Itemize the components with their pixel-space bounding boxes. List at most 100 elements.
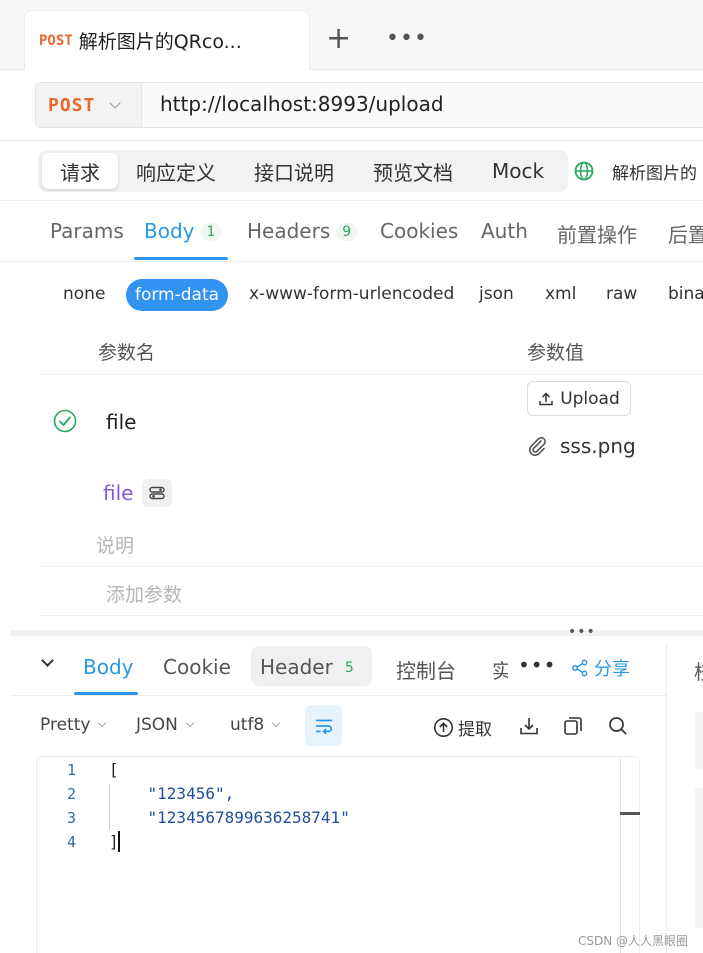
tab-auth[interactable]: Auth bbox=[481, 219, 528, 243]
copy-icon[interactable] bbox=[562, 715, 584, 737]
uploaded-file-name[interactable]: sss.png bbox=[560, 434, 636, 458]
watermark: CSDN @人人黑眼圈 bbox=[578, 934, 689, 948]
param-type[interactable]: file bbox=[103, 481, 133, 505]
extract-label: 提取 bbox=[458, 720, 492, 740]
active-tab-indicator bbox=[134, 257, 228, 260]
response-tab-header-label: Header bbox=[260, 655, 333, 679]
tab-headers[interactable]: Headers 9 bbox=[247, 219, 358, 243]
lang-select[interactable]: JSON bbox=[136, 715, 195, 735]
response-tab-cookie[interactable]: Cookie bbox=[163, 655, 231, 679]
line-number: 3 bbox=[66, 809, 76, 827]
right-panel-card bbox=[695, 712, 703, 770]
body-type-none[interactable]: none bbox=[63, 284, 105, 304]
share-icon bbox=[572, 659, 588, 677]
divider bbox=[0, 261, 703, 262]
chevron-down-icon bbox=[109, 96, 122, 109]
tab-params[interactable]: Params bbox=[50, 219, 124, 243]
header-count-badge: 5 bbox=[344, 660, 354, 676]
upload-icon bbox=[539, 392, 553, 405]
format-select[interactable]: Pretty bbox=[40, 715, 107, 735]
segment-preview-doc[interactable]: 预览文档 bbox=[373, 150, 453, 192]
divider bbox=[0, 140, 703, 141]
divider bbox=[40, 615, 703, 616]
tab-pre-ops[interactable]: 前置操作 bbox=[557, 219, 637, 248]
tab-title: 解析图片的QRco... bbox=[78, 31, 242, 53]
panel-splitter[interactable] bbox=[10, 630, 703, 636]
code-line: "1234567899636258741" bbox=[109, 808, 350, 827]
download-icon[interactable] bbox=[518, 715, 540, 737]
chevron-down-icon bbox=[272, 718, 281, 728]
collapse-chevron-icon[interactable] bbox=[41, 654, 54, 667]
tab-method-badge: POST bbox=[39, 32, 73, 49]
line-number: 4 bbox=[66, 833, 76, 851]
divider bbox=[10, 695, 666, 696]
column-header-name: 参数名 bbox=[98, 342, 156, 364]
share-button[interactable]: 分享 bbox=[571, 655, 630, 681]
scrollbar-marker bbox=[620, 812, 640, 815]
column-header-value: 参数值 bbox=[527, 342, 585, 364]
segment-response-def[interactable]: 响应定义 bbox=[136, 150, 216, 192]
search-icon[interactable] bbox=[607, 715, 629, 737]
response-tab-body[interactable]: Body bbox=[83, 655, 134, 679]
right-panel-tab[interactable]: 校 bbox=[694, 656, 703, 685]
chevron-down-icon bbox=[185, 718, 195, 728]
divider bbox=[40, 566, 703, 567]
encoding-label: utf8 bbox=[230, 715, 265, 735]
body-type-form-data[interactable]: form-data bbox=[126, 279, 228, 311]
format-label: Pretty bbox=[40, 715, 91, 735]
drag-handle-icon[interactable]: ••• bbox=[568, 624, 596, 640]
tab-post-ops[interactable]: 后置 bbox=[668, 219, 703, 248]
body-type-xml[interactable]: xml bbox=[545, 284, 576, 304]
param-name[interactable]: file bbox=[106, 410, 136, 434]
param-description-input[interactable]: 说明 bbox=[96, 531, 134, 558]
extract-icon bbox=[434, 718, 453, 737]
segment-request[interactable]: 请求 bbox=[42, 153, 118, 189]
code-line: "123456", bbox=[109, 784, 235, 803]
api-name[interactable]: 解析图片的 bbox=[612, 159, 697, 184]
chevron-down-icon bbox=[98, 718, 107, 728]
tab-body[interactable]: Body 1 bbox=[144, 219, 222, 243]
response-tab-header[interactable]: Header 5 bbox=[260, 655, 360, 679]
more-tabs-icon[interactable]: ••• bbox=[386, 24, 428, 54]
more-icon[interactable]: ••• bbox=[518, 653, 556, 677]
body-type-raw[interactable]: raw bbox=[606, 284, 637, 304]
word-wrap-button[interactable] bbox=[305, 705, 342, 746]
body-type-binary[interactable]: bina bbox=[668, 284, 703, 304]
method-select[interactable]: POST bbox=[36, 83, 142, 127]
lang-label: JSON bbox=[136, 715, 178, 735]
body-count-badge: 1 bbox=[200, 223, 222, 241]
check-circle-icon[interactable] bbox=[53, 409, 77, 433]
param-settings-icon[interactable] bbox=[142, 479, 172, 507]
divider bbox=[0, 200, 703, 201]
method-label: POST bbox=[48, 94, 96, 116]
encoding-select[interactable]: utf8 bbox=[230, 715, 281, 735]
body-type-urlencoded[interactable]: x-www-form-urlencoded bbox=[249, 284, 454, 304]
app-root: POST 解析图片的QRco... + ••• POST http://loca… bbox=[0, 0, 703, 953]
tab-body-label: Body bbox=[144, 219, 195, 243]
tab-headers-label: Headers bbox=[247, 219, 331, 243]
divider bbox=[40, 374, 703, 375]
segment-mock[interactable]: Mock bbox=[492, 150, 544, 192]
tab-cookies[interactable]: Cookies bbox=[380, 219, 458, 243]
code-line: [ bbox=[109, 760, 119, 779]
tab-request[interactable]: POST 解析图片的QRco... bbox=[24, 10, 310, 70]
add-param-input[interactable]: 添加参数 bbox=[106, 580, 182, 607]
response-tab-truncated[interactable]: 实 bbox=[492, 655, 508, 684]
line-number: 1 bbox=[66, 761, 76, 779]
headers-count-badge: 9 bbox=[336, 223, 358, 241]
extract-button[interactable]: 提取 bbox=[433, 715, 492, 740]
text-cursor bbox=[118, 831, 120, 852]
scrollbar[interactable] bbox=[620, 757, 621, 953]
line-number: 2 bbox=[66, 785, 76, 803]
add-tab-icon[interactable]: + bbox=[326, 24, 351, 54]
segment-api-doc[interactable]: 接口说明 bbox=[254, 150, 334, 192]
vertical-divider bbox=[666, 644, 667, 953]
wrap-icon bbox=[315, 719, 332, 734]
response-tab-console[interactable]: 控制台 bbox=[396, 655, 456, 684]
share-label: 分享 bbox=[594, 659, 630, 680]
url-input[interactable]: http://localhost:8993/upload bbox=[160, 92, 444, 116]
upload-label: Upload bbox=[560, 388, 620, 409]
body-type-json[interactable]: json bbox=[479, 284, 514, 304]
paperclip-icon bbox=[528, 436, 546, 457]
upload-button[interactable]: Upload bbox=[527, 381, 631, 416]
